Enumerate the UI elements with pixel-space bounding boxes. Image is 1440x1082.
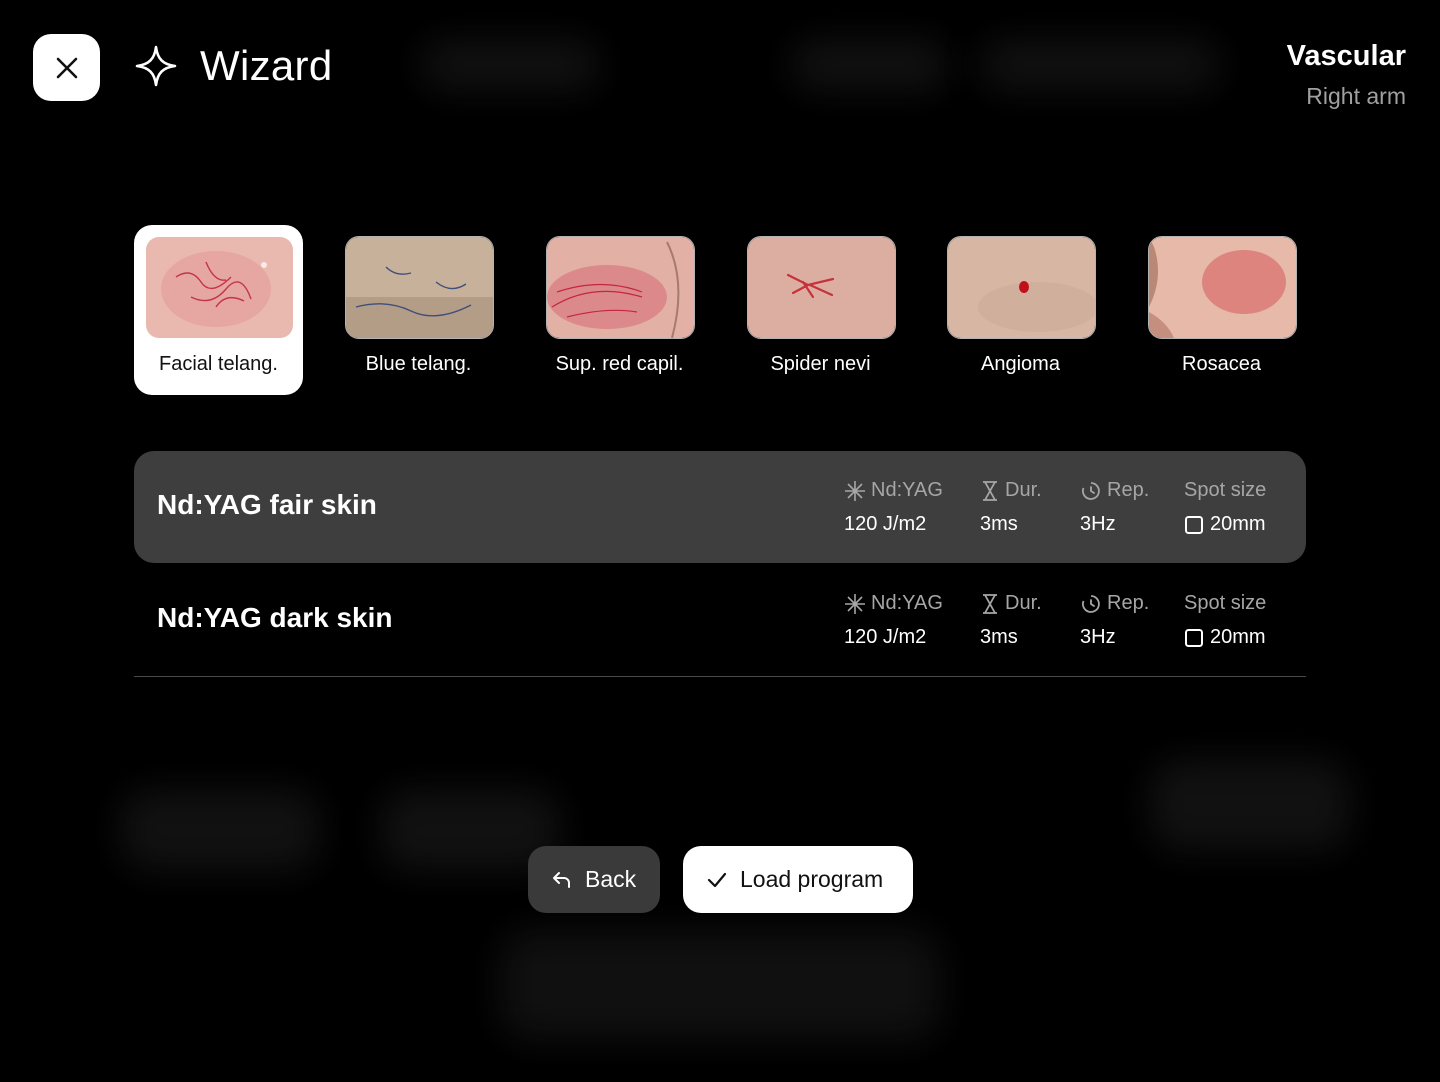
close-icon [56,57,77,78]
treatment-area: Vascular [1286,40,1406,72]
param-laser: Nd:YAG 120 J/m2 [844,479,943,536]
param-duration: Dur. 3ms [980,479,1042,536]
program-name: Nd:YAG dark skin [157,602,393,633]
param-label: Spot size [1184,592,1267,614]
param-value: 3Hz [1080,626,1116,648]
indication-label: Blue telang. [365,353,472,375]
param-value: 120 J/m2 [844,626,927,648]
indication-rosacea[interactable]: Rosacea [1137,225,1306,395]
param-value: 3ms [980,626,1018,648]
indication-image [145,236,294,339]
indication-image [1148,236,1297,339]
indication-image [947,236,1096,339]
indication-spider-nevi[interactable]: Spider nevi [736,225,905,395]
back-button[interactable]: Back [528,846,660,913]
indication-angioma[interactable]: Angioma [936,225,1105,395]
hourglass-icon [983,593,997,614]
indication-label: Spider nevi [770,353,871,375]
param-duration: Dur. 3ms [980,592,1042,649]
square-spot-icon [1185,515,1203,534]
check-icon [707,872,727,887]
page-header: Wizard [134,42,332,90]
param-label: Nd:YAG [871,592,943,614]
indication-label: Angioma [981,353,1060,375]
param-spot-size: Spot size 20mm [1184,592,1266,649]
square-spot-icon [1185,628,1203,647]
repeat-clock-icon [1082,481,1100,500]
sparkle-icon [135,45,177,87]
program-row-dark-skin[interactable]: Nd:YAG dark skin Nd:YAG 120 J/m2 Dur. 3m… [134,564,1306,677]
program-row-fair-skin[interactable]: Nd:YAG fair skin Nd:YAG 120 J/m2 Dur. 3m… [134,451,1306,563]
param-repetition: Rep. 3Hz [1080,479,1149,536]
indication-sup-red-capil[interactable]: Sup. red capil. [535,225,704,395]
load-program-label: Load program [740,866,884,892]
indication-blue-telang[interactable]: Blue telang. [334,225,503,395]
treatment-context: Vascular Right arm [1287,40,1406,110]
param-label: Dur. [1005,479,1042,501]
param-label: Spot size [1184,479,1267,501]
indication-label: Sup. red capil. [555,353,684,375]
param-label: Rep. [1107,479,1150,501]
load-program-button[interactable]: Load program [683,846,913,913]
action-bar: Back Load program [528,846,913,913]
param-laser: Nd:YAG 120 J/m2 [844,592,943,649]
param-label: Rep. [1107,592,1150,614]
page-title: Wizard [200,42,333,89]
indication-image [546,236,695,339]
indication-image [747,236,896,339]
hourglass-icon [983,480,997,501]
laser-star-icon [845,593,865,614]
back-label: Back [585,866,637,892]
param-spot-size: Spot size 20mm [1184,479,1266,536]
param-label: Nd:YAG [871,479,943,501]
param-repetition: Rep. 3Hz [1080,592,1149,649]
program-name: Nd:YAG fair skin [157,489,377,520]
indication-facial-telang[interactable]: Facial telang. [134,225,303,395]
param-value: 3Hz [1080,513,1116,535]
body-site: Right arm [1306,83,1406,109]
indication-selector: Facial telang. Blue telang. Sup. red cap… [134,225,1306,395]
laser-star-icon [845,480,865,501]
param-value: 20mm [1210,626,1266,648]
param-value: 3ms [980,513,1018,535]
param-label: Dur. [1005,592,1042,614]
close-button[interactable] [33,34,100,101]
param-value: 120 J/m2 [844,513,927,535]
repeat-clock-icon [1082,594,1100,613]
indication-image [345,236,494,339]
back-arrow-icon [553,871,570,888]
indication-label: Facial telang. [159,353,278,375]
indication-label: Rosacea [1182,353,1261,375]
param-value: 20mm [1210,513,1266,535]
